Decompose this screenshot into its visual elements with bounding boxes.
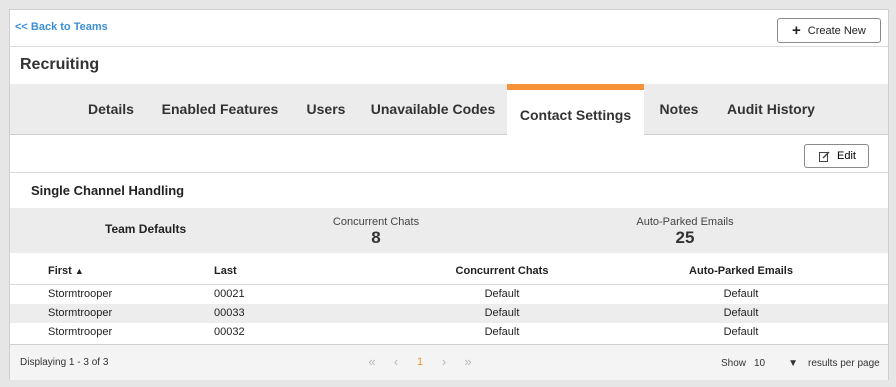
pagination: « ‹ 1 › » — [360, 354, 480, 371]
table-footer: Displaying 1 - 3 of 3 « ‹ 1 › » Show 10 … — [10, 344, 888, 380]
default-emails-value: 25 — [675, 228, 695, 247]
default-emails-label: Auto-Parked Emails — [636, 216, 734, 228]
content-toolbar: Edit — [10, 136, 888, 173]
team-defaults-band: Team Defaults Concurrent Chats 8 Auto-Pa… — [10, 208, 888, 253]
table-row[interactable]: Stormtrooper 00021 Default Default — [10, 285, 888, 304]
tab-enabled-features[interactable]: Enabled Features — [156, 84, 284, 134]
cell-concurrent-chats: Default — [484, 307, 520, 319]
create-new-button[interactable]: + Create New — [777, 18, 881, 43]
tab-notes[interactable]: Notes — [650, 84, 708, 134]
tab-bar: Details Enabled Features Users Unavailab… — [10, 84, 888, 135]
tab-unavailable-codes[interactable]: Unavailable Codes — [368, 84, 498, 134]
table-row[interactable]: Stormtrooper 00032 Default Default — [10, 323, 888, 342]
cell-auto-parked-emails: Default — [723, 307, 759, 319]
tab-contact-settings[interactable]: Contact Settings — [507, 84, 644, 135]
table-header: First ▲ Last Concurrent Chats Auto-Parked… — [10, 257, 888, 285]
display-count: Displaying 1 - 3 of 3 — [20, 357, 109, 368]
dropdown-arrow-icon: ▼ — [788, 357, 798, 369]
column-first-label: First — [48, 265, 72, 277]
cell-concurrent-chats: Default — [484, 326, 520, 338]
cell-first: Stormtrooper — [48, 307, 113, 319]
page-title: Recruiting — [20, 56, 100, 73]
default-chats-label: Concurrent Chats — [332, 216, 420, 228]
cell-first: Stormtrooper — [48, 288, 113, 300]
sort-ascending-icon: ▲ — [74, 266, 84, 276]
last-page-icon[interactable]: » — [456, 354, 480, 371]
column-auto-parked-emails[interactable]: Auto-Parked Emails — [688, 265, 794, 277]
users-table: First ▲ Last Concurrent Chats Auto-Parked… — [10, 257, 888, 342]
tab-users[interactable]: Users — [298, 84, 354, 134]
cell-last: 00033 — [214, 307, 245, 319]
team-panel: << Back to Teams + Create New Recruiting… — [9, 9, 889, 380]
edit-label: Edit — [837, 150, 856, 162]
default-chats-value: 8 — [371, 228, 381, 247]
page-size-value: 10 — [754, 357, 766, 369]
table-row[interactable]: Stormtrooper 00033 Default Default — [10, 304, 888, 323]
show-label: Show — [721, 358, 747, 369]
top-bar: << Back to Teams + Create New — [10, 10, 888, 47]
column-last[interactable]: Last — [214, 265, 237, 277]
back-to-teams-link[interactable]: << Back to Teams — [15, 21, 108, 33]
default-chats-stat: Concurrent Chats 8 — [326, 216, 426, 248]
section-title: Single Channel Handling — [31, 183, 185, 198]
edit-button[interactable]: Edit — [804, 144, 869, 168]
cell-first: Stormtrooper — [48, 326, 113, 338]
current-page[interactable]: 1 — [408, 354, 432, 371]
default-emails-stat: Auto-Parked Emails 25 — [630, 216, 740, 248]
cell-auto-parked-emails: Default — [723, 326, 759, 338]
column-first[interactable]: First ▲ — [48, 265, 84, 277]
results-per-page-label: results per page — [808, 358, 880, 369]
tab-audit-history[interactable]: Audit History — [722, 84, 820, 134]
next-page-icon[interactable]: › — [432, 354, 456, 371]
plus-icon: + — [792, 22, 801, 39]
cell-last: 00021 — [214, 288, 245, 300]
first-page-icon[interactable]: « — [360, 354, 384, 371]
cell-concurrent-chats: Default — [484, 288, 520, 300]
tab-details[interactable]: Details — [76, 84, 146, 134]
team-defaults-label: Team Defaults — [105, 222, 187, 236]
page-size-select[interactable]: 10 ▼ — [750, 353, 802, 373]
edit-icon — [819, 151, 830, 162]
cell-auto-parked-emails: Default — [723, 288, 759, 300]
column-concurrent-chats[interactable]: Concurrent Chats — [453, 265, 551, 277]
create-new-label: Create New — [807, 24, 866, 37]
cell-last: 00032 — [214, 326, 245, 338]
prev-page-icon[interactable]: ‹ — [384, 354, 408, 371]
